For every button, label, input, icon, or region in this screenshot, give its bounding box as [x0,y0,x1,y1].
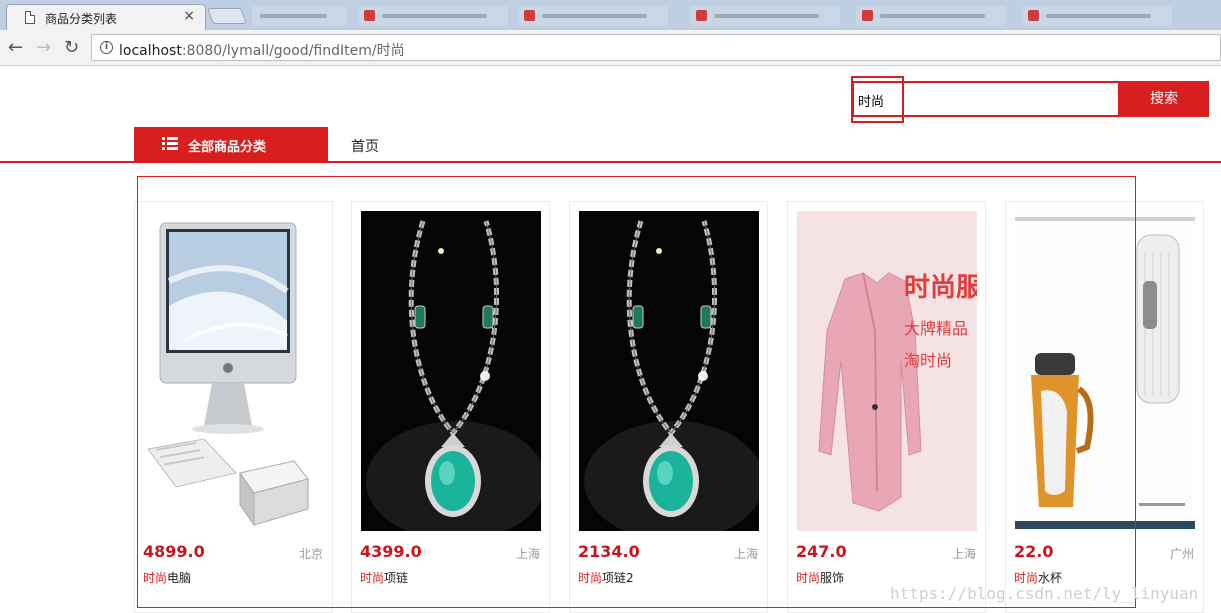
product-image-necklace[interactable] [361,211,541,531]
product-card[interactable]: 2134.0 上海 时尚项链2 [569,201,768,613]
product-price: 22.0 [1014,542,1054,561]
product-name-link[interactable]: 时尚项链 [360,569,408,586]
product-card[interactable]: 时尚服饰 大牌精品 淘时尚 247.0 上海 时尚服饰 [787,201,986,613]
product-price: 4399.0 [360,542,422,561]
product-name-link[interactable]: 时尚服饰 [796,569,844,586]
product-city: 上海 [515,547,540,561]
background-tab[interactable] [856,6,1006,26]
document-icon [25,11,35,24]
clothing-ad-line2: 淘时尚 [904,351,952,370]
product-name-link[interactable]: 时尚项链2 [578,569,634,586]
browser-toolbar: ← → ↻ i localhost:8080/lymall/good/findI… [0,30,1221,66]
product-price: 247.0 [796,542,847,561]
background-tab[interactable] [690,6,840,26]
background-tab[interactable] [358,6,508,26]
new-tab-button[interactable] [207,8,247,24]
tab-close-icon[interactable]: × [183,8,195,24]
product-name-link[interactable]: 时尚电脑 [143,569,191,586]
all-categories-button[interactable]: 全部商品分类 [134,127,328,162]
home-link[interactable]: 首页 [351,136,379,156]
background-tab[interactable] [1022,6,1172,26]
product-price: 2134.0 [578,542,640,561]
background-tab[interactable] [518,6,668,26]
all-categories-label: 全部商品分类 [188,140,267,155]
reload-icon[interactable]: ↻ [64,37,79,58]
clothing-ad-line1: 大牌精品 [904,319,968,338]
product-card[interactable]: 22.0 广州 时尚水杯 [1005,201,1204,613]
url-text: localhost:8080/lymall/good/findItem/时尚 [119,43,405,59]
forward-arrow-icon[interactable]: → [36,37,51,58]
product-price: 4899.0 [143,542,205,561]
back-arrow-icon[interactable]: ← [8,37,23,58]
tab-title: 商品分类列表 [45,12,118,26]
product-city: 上海 [951,547,976,561]
product-image-computer[interactable] [144,211,324,531]
product-city: 广州 [1169,547,1194,561]
search-term-highlight [851,76,904,123]
background-tab[interactable] [252,6,347,26]
product-card[interactable]: 4399.0 上海 时尚项链 [351,201,550,613]
browser-tab-active[interactable]: 商品分类列表 × [6,4,206,30]
product-card[interactable]: 4899.0 北京 时尚电脑 [134,201,333,613]
product-city: 北京 [298,547,323,561]
list-icon [162,137,178,151]
address-bar[interactable]: i localhost:8080/lymall/good/findItem/时尚 [91,34,1221,61]
watermark-text: https://blog.csdn.net/ly_linyuan [890,584,1199,603]
product-image-necklace[interactable] [579,211,759,531]
browser-tabstrip: 商品分类列表 × [0,0,1221,30]
product-image-clothing[interactable]: 时尚服饰 大牌精品 淘时尚 [797,211,977,531]
product-city: 上海 [733,547,758,561]
clothing-ad-title: 时尚服饰 [904,273,977,303]
product-image-cup[interactable] [1015,211,1195,531]
nav-divider [0,161,1221,163]
search-button[interactable]: 搜索 [1119,81,1209,117]
info-icon[interactable]: i [100,41,113,54]
